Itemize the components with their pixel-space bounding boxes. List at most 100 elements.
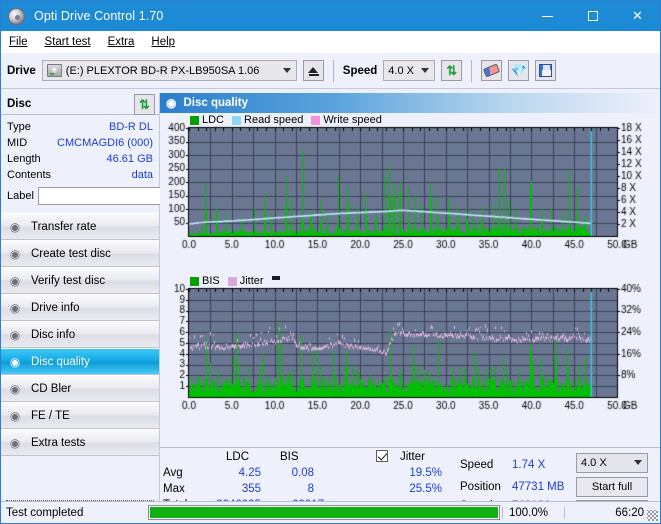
progress-percent: 100.0% — [502, 506, 564, 519]
sidebar-item-disc-quality[interactable]: ◉ Disc quality — [1, 348, 159, 375]
stats-speed-label: Speed — [460, 459, 494, 471]
app-icon — [8, 7, 25, 25]
sidebar-item-label: Verify test disc — [31, 274, 106, 287]
disc-info-row-type: Type BD-R DL — [7, 119, 153, 135]
maximize-button[interactable] — [570, 1, 615, 31]
menu-extra[interactable]: Extra — [108, 36, 135, 48]
eraser-icon — [483, 63, 501, 78]
disc-info-list: Type BD-R DL MID CMCMAGDI6 (000) Length … — [1, 115, 207, 207]
sidebar-item-drive-info[interactable]: ◉ Drive info — [1, 294, 159, 321]
extra-tests-icon: ◉ — [9, 435, 21, 450]
disc-info-value: CMCMAGDI6 (000) — [57, 137, 153, 149]
start-full-button[interactable]: Start full — [576, 477, 648, 497]
refresh-icon: ⇅ — [139, 96, 150, 112]
sidebar-item-cd-bler[interactable]: ◉ CD Bler — [1, 375, 159, 402]
disc-info-value: data — [131, 169, 153, 181]
close-icon: ✕ — [632, 8, 643, 23]
sidebar-item-create-test-disc[interactable]: ◉ Create test disc — [1, 240, 159, 267]
sidebar-item-verify-test-disc[interactable]: ◉ Verify test disc — [1, 267, 159, 294]
sidebar-item-label: Transfer rate — [31, 220, 97, 233]
menu-help-label: Help — [151, 35, 176, 48]
maximize-icon — [587, 11, 598, 21]
minimize-icon — [542, 15, 553, 17]
progress-bar-fill — [150, 507, 498, 518]
stats-speed-select[interactable]: 4.0 X — [576, 453, 648, 473]
title-bar: Opti Drive Control 1.70 ✕ — [1, 1, 660, 31]
sidebar-item-label: Disc info — [31, 328, 76, 341]
disc-refresh-button[interactable]: ⇅ — [134, 94, 155, 115]
disc-info-value: 46.61 GB — [106, 153, 153, 165]
app-window: Opti Drive Control 1.70 ✕ File Start tes… — [0, 0, 661, 524]
menu-start-test[interactable]: Start test — [45, 36, 91, 48]
sidebar-item-fe-te[interactable]: ◉ FE / TE — [1, 402, 159, 429]
stats-max-bis: 8 — [307, 483, 314, 495]
sidebar-item-disc-info[interactable]: ◉ Disc info — [1, 321, 159, 348]
disc-info-row-length: Length 46.61 GB — [7, 151, 153, 167]
stats-position-value: 47731 MB — [512, 481, 565, 493]
checkbox-check-icon — [376, 450, 388, 462]
resize-grip[interactable] — [647, 510, 658, 521]
sidebar-item-extra-tests[interactable]: ◉ Extra tests — [1, 429, 159, 456]
refresh-icon: ⇅ — [446, 62, 458, 78]
window-controls: ✕ — [525, 1, 660, 31]
jitter-checkbox[interactable] — [376, 450, 388, 462]
menu-file-label: File — [9, 35, 28, 48]
eject-button[interactable] — [302, 60, 324, 81]
sidebar-item-label: Drive info — [31, 301, 80, 314]
stats-row-max: Max — [163, 483, 185, 495]
charts-area: LDC Read speed Write speed BIS Jitter — [160, 113, 660, 447]
eject-icon — [308, 67, 319, 73]
content-header: ◉ Disc quality — [160, 93, 660, 113]
save-icon — [539, 64, 553, 77]
stats-max-ldc: 355 — [241, 483, 261, 495]
disc-label-row: Label — [7, 186, 207, 205]
disc-panel-title: Disc — [7, 97, 32, 110]
window-title: Opti Drive Control 1.70 — [34, 9, 164, 23]
menu-file[interactable]: File — [9, 36, 28, 48]
stats-col-bis: BIS — [280, 451, 299, 463]
disc-info-row-mid: MID CMCMAGDI6 (000) — [7, 135, 153, 151]
drive-icon — [46, 64, 62, 77]
disc-info-key: Contents — [7, 169, 52, 181]
chevron-down-icon — [421, 67, 430, 73]
content-header-title: Disc quality — [183, 97, 249, 109]
stats-speed-select-value: 4.0 X — [581, 457, 607, 469]
menu-bar: File Start test Extra Help — [1, 31, 660, 53]
erase-button[interactable] — [481, 60, 503, 81]
ldc-chart-canvas — [160, 113, 660, 273]
disc-quality-icon: ◉ — [166, 96, 177, 110]
sidebar-item-label: FE / TE — [31, 409, 70, 422]
disc-info-value: BD-R DL — [108, 121, 153, 133]
toolbar-divider-2 — [471, 59, 473, 82]
stats-speed-value: 1.74 X — [512, 459, 546, 471]
bis-jitter-chart: BIS Jitter — [160, 273, 660, 446]
disc-tools-button[interactable]: 💎 — [508, 60, 530, 81]
stats-col-ldc: LDC — [226, 451, 250, 463]
drive-select[interactable]: (E:) PLEXTOR BD-R PX-LB950SA 1.06 — [41, 60, 297, 81]
close-button[interactable]: ✕ — [615, 1, 660, 31]
disc-label-key: Label — [7, 189, 34, 202]
progress-bar — [148, 505, 500, 520]
sidebar-item-label: Extra tests — [31, 436, 86, 449]
drive-toolbar: Drive (E:) PLEXTOR BD-R PX-LB950SA 1.06 … — [1, 53, 660, 89]
save-button[interactable] — [535, 60, 557, 81]
speed-select[interactable]: 4.0 X — [383, 60, 436, 81]
speed-label: Speed — [342, 64, 378, 77]
refresh-button[interactable]: ⇅ — [441, 60, 463, 81]
stats-position-label: Position — [460, 481, 501, 493]
disc-info-icon: ◉ — [9, 327, 21, 342]
stats-avg-ldc: 4.25 — [238, 467, 261, 479]
menu-help[interactable]: Help — [151, 36, 175, 48]
stats-row-avg: Avg — [163, 467, 183, 479]
verify-icon: ◉ — [9, 273, 21, 288]
drive-select-value: (E:) PLEXTOR BD-R PX-LB950SA 1.06 — [65, 64, 260, 77]
chevron-down-icon — [634, 460, 642, 465]
sidebar-item-label: CD Bler — [31, 382, 72, 395]
main-body: Disc ⇅ Type BD-R DL MID CMCMAGDI6 (000) … — [1, 93, 660, 523]
nav-list: ◉ Transfer rate ◉ Create test disc ◉ Ver… — [1, 213, 159, 456]
minimize-button[interactable] — [525, 1, 570, 31]
sidebar-item-transfer-rate[interactable]: ◉ Transfer rate — [1, 213, 159, 240]
disc-tools-icon: 💎 — [510, 62, 527, 78]
create-icon: ◉ — [9, 246, 21, 261]
